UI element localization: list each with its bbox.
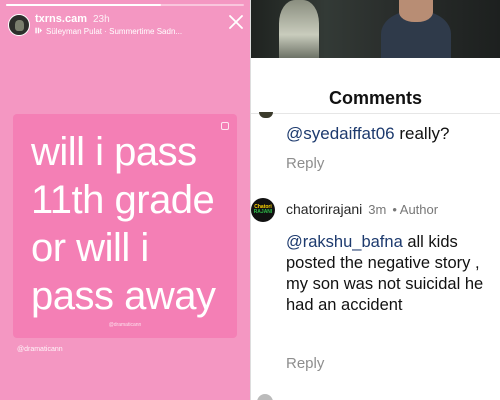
avatar[interactable] <box>259 112 273 118</box>
story-avatar[interactable] <box>8 14 30 36</box>
post-photo <box>251 0 500 58</box>
story-progress-fill <box>6 4 161 6</box>
quote-text: will i pass 11th grade or will i pass aw… <box>31 130 216 318</box>
photo-chin <box>399 0 433 22</box>
quote-card: will i pass 11th grade or will i pass aw… <box>13 114 237 338</box>
comments-panel: Comments @syedaiffat06 really? Reply Cha… <box>251 0 500 400</box>
comment-time: 3m <box>368 202 387 217</box>
comments-title: Comments <box>328 88 422 108</box>
comment-meta: chatorirajani 3m • Author <box>286 201 438 217</box>
story-music-row[interactable]: Süleyman Pulat · Summertime Sadn... <box>35 27 200 36</box>
comment-text: @syedaiffat06 really? <box>286 124 449 144</box>
story-music-label: Süleyman Pulat · Summertime Sadn... <box>46 27 183 36</box>
story-panel: txrns.cam 23h Süleyman Pulat · Summertim… <box>0 0 250 400</box>
story-time: 23h <box>92 14 110 25</box>
avatar[interactable]: Chatori RAJANI <box>251 198 275 222</box>
close-icon[interactable] <box>228 14 244 30</box>
card-watermark: @dramaticann <box>108 322 142 328</box>
avatar[interactable] <box>257 394 273 400</box>
music-note-icon <box>35 27 42 36</box>
photo-trophy <box>279 0 319 58</box>
author-badge: • Author <box>392 202 439 217</box>
mention-link[interactable]: @syedaiffat06 <box>286 124 395 143</box>
story-user-row: txrns.cam 23h <box>35 13 110 25</box>
comments-header: Comments <box>251 58 500 114</box>
comment-text: @rakshu_bafna all kids posted the negati… <box>286 232 492 316</box>
reply-button[interactable]: Reply <box>286 355 324 372</box>
avatar-logo-line2: RAJANI <box>253 209 273 215</box>
reply-button[interactable]: Reply <box>286 155 324 172</box>
story-credit[interactable]: @dramaticann <box>17 346 63 353</box>
comment-username[interactable]: chatorirajani <box>286 201 362 217</box>
story-username[interactable]: txrns.cam <box>35 13 87 25</box>
mention-link[interactable]: @rakshu_bafna <box>286 233 403 251</box>
story-progress-bar <box>6 4 244 6</box>
comment-body: really? <box>394 124 450 143</box>
